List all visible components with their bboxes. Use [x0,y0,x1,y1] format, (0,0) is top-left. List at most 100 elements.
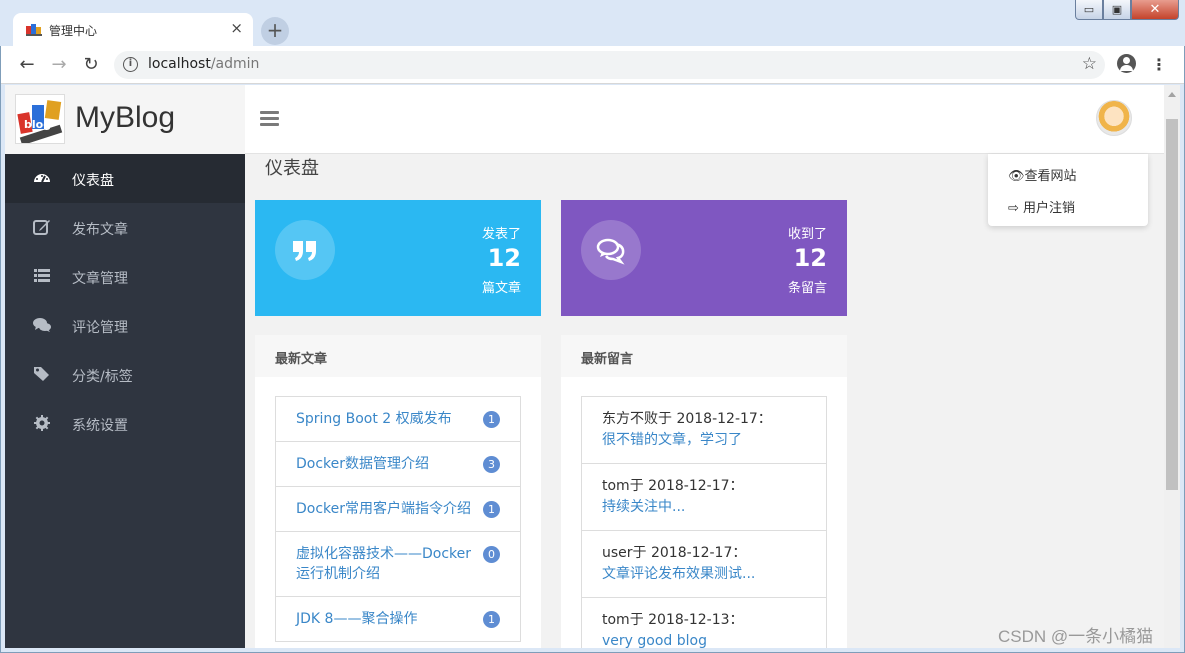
sidebar-item-label: 分类/标签 [72,369,133,385]
dashboard-icon [34,174,50,183]
url-text[interactable]: localhost/admin [148,56,259,72]
account-icon[interactable] [1117,54,1136,73]
stat-bottom-label: 篇文章 [481,281,521,296]
article-title: Docker常用客户端指令介绍 [296,501,472,517]
comments-icon [596,238,625,265]
article-title: Docker数据管理介绍 [296,456,430,472]
scroll-thumb[interactable] [1166,119,1178,490]
minimize-button[interactable]: ▭ [1075,0,1103,20]
favicon-icon [26,24,42,36]
url-host: localhost [148,56,211,72]
page-scrollbar[interactable] [1164,85,1180,648]
latest-articles-panel: 最新文章 Spring Boot 2 权威发布 1 Docker数据管理介绍 3… [255,335,541,648]
browser-menu-icon[interactable]: ⋮ [1151,55,1167,74]
new-tab-button[interactable]: + [261,17,289,45]
gear-icon [34,415,50,431]
hamburger-menu-icon[interactable] [260,111,279,127]
list-icon [34,269,50,282]
blog-logo-icon: blog [17,100,63,143]
bookmark-star-icon[interactable]: ☆ [1082,54,1097,74]
sidebar-item-dashboard[interactable]: 仪表盘 [5,154,245,203]
comment-author-date: tom于 2018-12-17： [602,478,744,494]
tab-close-icon[interactable]: × [230,19,243,37]
view-site-menu-item[interactable]: 👁查看网站 [1008,165,1077,184]
logo-area[interactable]: blog MyBlog [5,85,245,154]
comment-item: tom于 2018-12-13： very good blog [581,597,827,648]
stat-top-label: 收到了 [787,227,827,242]
comment-count-badge: 1 [483,611,500,628]
sidebar-item-comments[interactable]: 评论管理 [5,301,245,350]
stat-value: 12 [793,244,827,272]
scroll-up-arrow-icon[interactable] [1168,92,1176,97]
sidebar-item-label: 仪表盘 [72,173,114,189]
article-item[interactable]: Docker数据管理介绍 3 [275,441,521,487]
comments-icon [33,318,51,332]
logo-image: blog [15,94,65,144]
maximize-button[interactable]: ▣ [1103,0,1131,20]
window-controls: ▭ ▣ ✕ [1075,0,1179,20]
address-bar[interactable]: i localhost/admin ☆ [114,51,1105,79]
browser-toolbar: ← → ↻ i localhost/admin ☆ ⋮ [1,46,1184,84]
sidebar: blog MyBlog 仪表盘 发布文章 文章管理 评论管理 分类/标签 系统设… [5,85,245,648]
browser-title-bar: 管理中心 × + ▭ ▣ ✕ [0,0,1185,47]
comment-count-badge: 1 [483,411,500,428]
panel-title: 最新文章 [255,335,541,377]
article-item[interactable]: 虚拟化容器技术——Docker运行机制介绍 0 [275,531,521,597]
tab-title: 管理中心 [49,24,98,38]
articles-stat-card: 发表了 12 篇文章 [255,200,541,316]
sidebar-item-publish[interactable]: 发布文章 [5,203,245,252]
stat-value: 12 [487,244,521,272]
eye-icon: 👁 [1008,169,1025,184]
logout-menu-item[interactable]: ⇨ 用户注销 [1008,197,1075,216]
url-path: /admin [210,56,260,72]
menu-item-label: 用户注销 [1023,201,1076,216]
quote-icon [293,241,316,261]
back-icon[interactable]: ← [17,54,37,75]
comment-item: 东方不败于 2018-12-17： 很不错的文章，学习了 [581,396,827,464]
comment-author-date: user于 2018-12-17： [602,545,747,561]
article-title: Spring Boot 2 权威发布 [296,411,452,427]
edit-icon [33,220,50,235]
watermark: CSDN @一条小橘猫 [998,627,1154,646]
browser-tab[interactable]: 管理中心 × [13,13,253,47]
comment-text[interactable]: 持续关注中... [602,497,806,518]
article-item[interactable]: Spring Boot 2 权威发布 1 [275,396,521,442]
comment-item: tom于 2018-12-17： 持续关注中... [581,463,827,531]
reload-icon[interactable]: ↻ [81,54,101,75]
sidebar-item-label: 系统设置 [72,418,128,434]
article-title: 虚拟化容器技术——Docker运行机制介绍 [296,546,472,582]
info-icon[interactable]: i [123,57,138,72]
page-title: 仪表盘 [265,158,319,179]
sidebar-item-settings[interactable]: 系统设置 [5,399,245,448]
forward-icon[interactable]: → [49,54,69,75]
menu-item-label: 查看网站 [1024,169,1077,184]
page-viewport: blog MyBlog 仪表盘 发布文章 文章管理 评论管理 分类/标签 系统设… [5,85,1180,648]
logo-lettering: blog [24,118,51,131]
panel-title: 最新留言 [561,335,847,377]
sidebar-item-articles[interactable]: 文章管理 [5,252,245,301]
brand-name: MyBlog [75,101,176,134]
comment-count-badge: 1 [483,501,500,518]
comment-text[interactable]: 很不错的文章，学习了 [602,430,806,451]
articles-list: Spring Boot 2 权威发布 1 Docker数据管理介绍 3 Dock… [255,377,541,648]
top-header [245,85,1164,154]
stat-bottom-label: 条留言 [787,281,827,296]
article-item[interactable]: Docker常用客户端指令介绍 1 [275,486,521,532]
user-avatar[interactable] [1096,100,1132,136]
comment-count-badge: 3 [483,456,500,473]
close-window-button[interactable]: ✕ [1131,0,1179,20]
stat-top-label: 发表了 [481,227,521,242]
stat-icon-circle [275,220,335,280]
sidebar-item-label: 文章管理 [72,271,128,287]
comment-author-date: 东方不败于 2018-12-17： [602,411,772,427]
comments-stat-card: 收到了 12 条留言 [561,200,847,316]
sidebar-item-label: 评论管理 [72,320,128,336]
article-item[interactable]: JDK 8——聚合操作 1 [275,596,521,642]
comment-text[interactable]: 文章评论发布效果测试... [602,564,806,585]
comment-text[interactable]: very good blog [602,631,806,648]
comment-count-badge: 0 [483,546,500,563]
sidebar-item-label: 发布文章 [72,222,128,238]
tags-icon [34,367,49,381]
latest-comments-panel: 最新留言 东方不败于 2018-12-17： 很不错的文章，学习了 tom于 2… [561,335,847,648]
sidebar-item-categories[interactable]: 分类/标签 [5,350,245,399]
